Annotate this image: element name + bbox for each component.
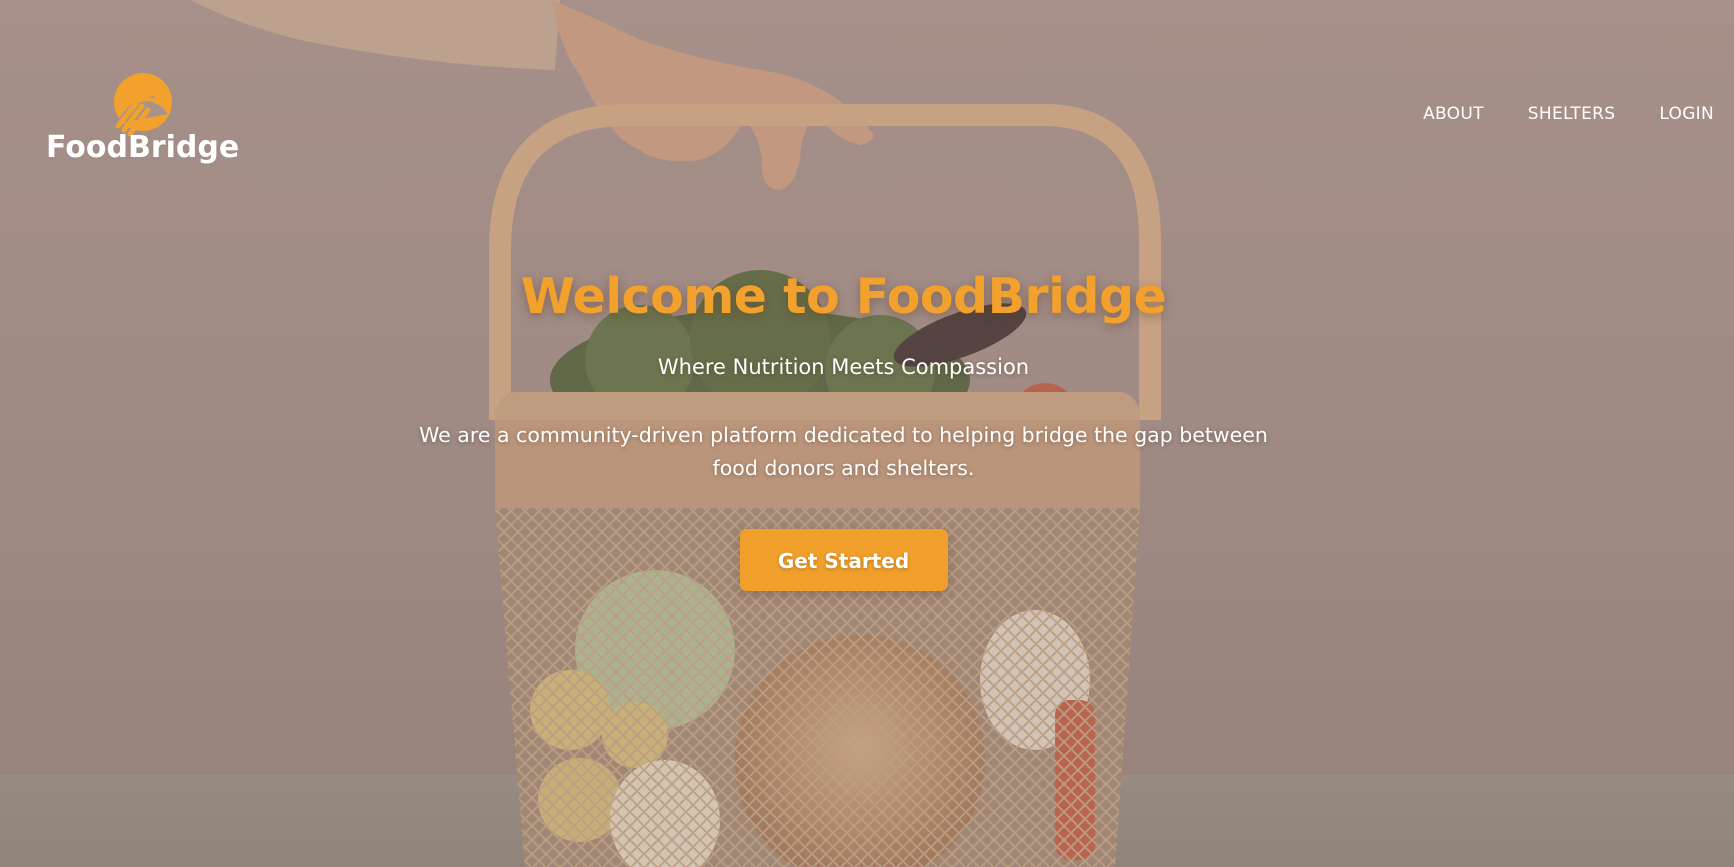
main-nav: ABOUT SHELTERS LOGIN [1423, 104, 1714, 124]
hero-title: Welcome to FoodBridge [520, 268, 1167, 325]
nav-shelters-link[interactable]: SHELTERS [1528, 104, 1616, 124]
brand-name: FoodBridge [46, 130, 240, 165]
hero-subtitle: Where Nutrition Meets Compassion [657, 355, 1030, 379]
sun-bridge-icon [114, 73, 172, 136]
get-started-button[interactable]: Get Started [739, 529, 948, 591]
nav-login-link[interactable]: LOGIN [1659, 104, 1714, 124]
hero-description: We are a community-driven platform dedic… [419, 423, 1268, 480]
nav-about-link[interactable]: ABOUT [1423, 104, 1484, 124]
landing-page: FoodBridge ABOUT SHELTERS LOGIN Welcome … [0, 0, 1734, 867]
logo[interactable]: FoodBridge [46, 72, 239, 176]
hero-section: Welcome to FoodBridge Where Nutrition Me… [340, 268, 1347, 591]
